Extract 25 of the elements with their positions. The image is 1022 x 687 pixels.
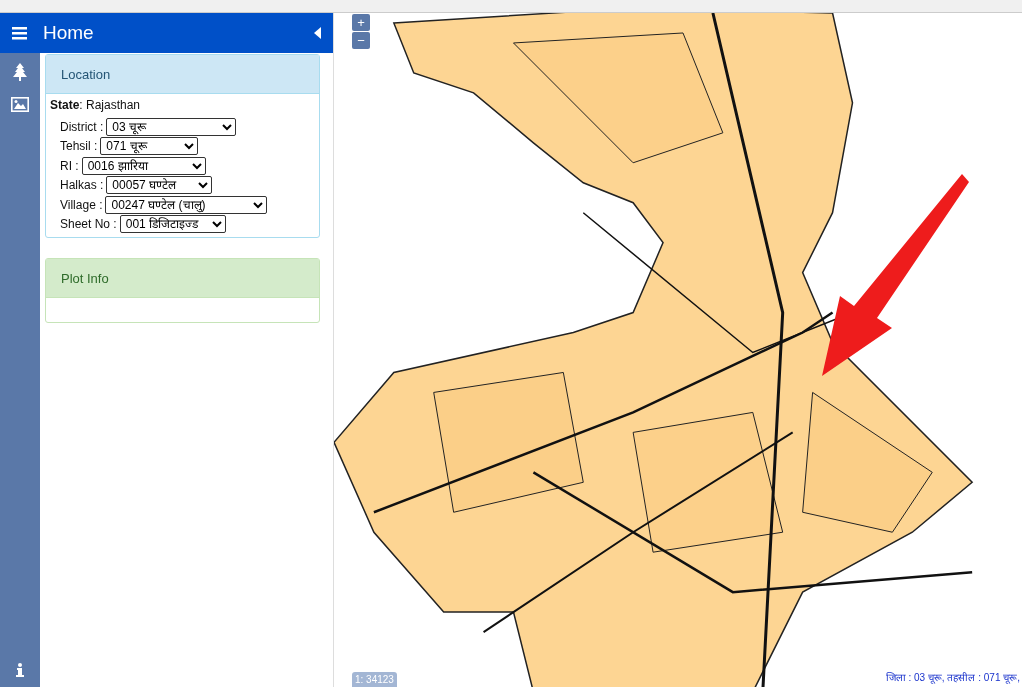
collapse-icon[interactable] xyxy=(314,27,321,39)
dropdown[interactable]: 00247 घण्टेल (चालु) xyxy=(105,195,268,214)
tree-icon[interactable] xyxy=(13,63,27,81)
dropdown[interactable]: 0016 झारिया xyxy=(81,156,206,175)
menu-icon[interactable] xyxy=(12,26,27,40)
field-label: Village : xyxy=(60,197,103,212)
state-text: State: Rajasthan xyxy=(50,98,142,112)
field-label: District : xyxy=(60,119,104,134)
scale-label: 1: 34123 xyxy=(352,672,397,687)
dropdown[interactable]: 00057 घण्टेल xyxy=(106,176,213,195)
field-label: Sheet No : xyxy=(60,217,117,232)
dropdown[interactable]: 071 चूरू xyxy=(100,137,199,156)
panel-title: Plot Info xyxy=(61,270,109,286)
image-icon[interactable] xyxy=(11,97,29,112)
panel-title: Location xyxy=(61,66,111,82)
zoom-in-button[interactable]: + xyxy=(352,14,370,31)
field-label: Halkas : xyxy=(60,178,104,193)
info-icon[interactable] xyxy=(16,663,24,677)
header-title: Home xyxy=(43,22,95,44)
dropdown[interactable]: 03 चूरू xyxy=(106,117,237,136)
zoom-out-button[interactable]: − xyxy=(352,32,370,49)
field-label: RI : xyxy=(60,158,79,173)
field-label: Tehsil : xyxy=(60,139,98,154)
dropdown[interactable]: 001 डिजिटाइज्ड xyxy=(119,215,226,234)
location-footer: जिला : 03 चूरू, तहसील : 071 चूरू, xyxy=(885,670,1020,684)
